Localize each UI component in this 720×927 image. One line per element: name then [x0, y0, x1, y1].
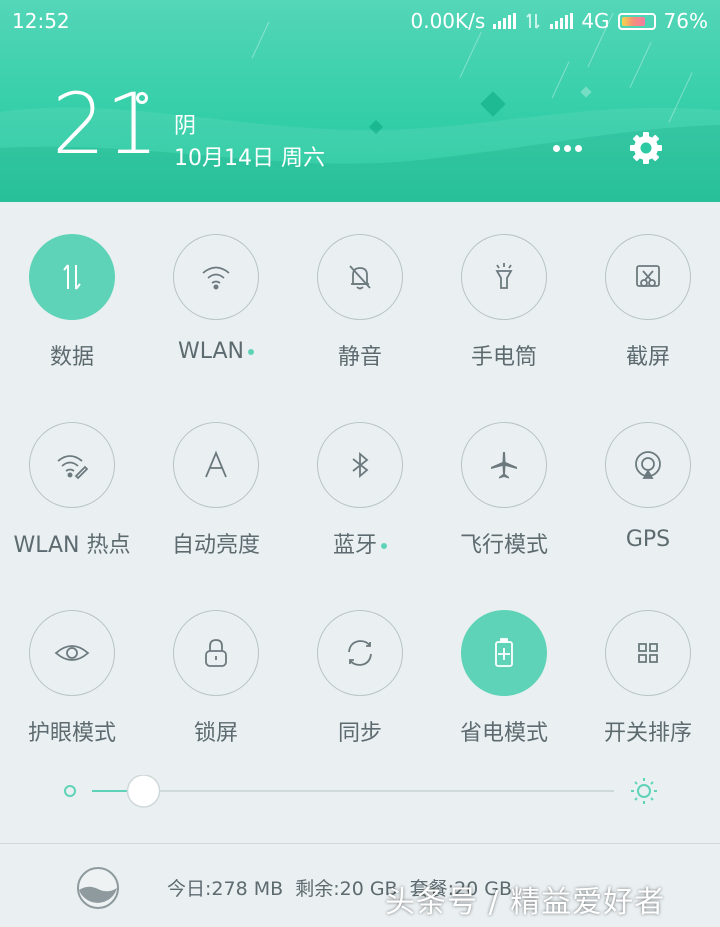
network-type: 4G	[581, 9, 610, 33]
brightness-slider[interactable]	[0, 774, 720, 811]
brightness-high-icon	[631, 778, 657, 804]
battery-percent: 76%	[663, 9, 708, 33]
toggle-label: WLAN 热点	[13, 533, 131, 558]
weather-header: 12:52 0.00K/s 4G 76% 21 阴 10月14日 周六	[0, 0, 720, 202]
battery-saver-icon	[461, 610, 547, 696]
signal-icon	[493, 13, 517, 29]
bell-off-icon	[317, 234, 403, 320]
sync-icon	[317, 610, 403, 696]
quick-toggle-grid: 数据 WLAN 静音 手电筒 截屏 WLAN 热点 自动亮度 蓝牙 飞行模式 G…	[0, 202, 720, 842]
flashlight-icon	[461, 234, 547, 320]
data-transfer-icon	[526, 13, 541, 29]
water-level-icon	[77, 867, 119, 909]
signal-icon-2	[550, 13, 574, 29]
weather-condition: 阴	[174, 114, 197, 139]
toggle-label: 静音	[337, 345, 382, 370]
toggle-label: 数据	[49, 345, 94, 370]
bluetooth-icon	[317, 422, 403, 508]
weather-date: 10月14日 周六	[174, 146, 325, 171]
more-icon[interactable]	[553, 136, 585, 160]
airplane-icon	[461, 422, 547, 508]
eye-icon	[29, 610, 115, 696]
toggle-label: WLAN	[144, 339, 288, 364]
active-dot	[248, 349, 255, 355]
grid-sort-icon	[605, 610, 691, 696]
toggle-label: 飞行模式	[459, 533, 548, 558]
toggle-label: 护眼模式	[27, 721, 116, 746]
status-bar: 12:52 0.00K/s 4G 76%	[0, 0, 720, 44]
wifi-icon	[173, 234, 259, 320]
watermark: 头条号 / 精益爱好者	[385, 885, 666, 920]
lock-icon	[173, 610, 259, 696]
auto-brightness-icon	[173, 422, 259, 508]
toggle-label: 同步	[337, 721, 382, 746]
wifi-hotspot-icon	[29, 422, 115, 508]
gps-icon	[605, 422, 691, 508]
toggle-label: GPS	[625, 527, 671, 552]
scissors-screenshot-icon	[605, 234, 691, 320]
toggle-label: 截屏	[625, 345, 670, 370]
brightness-thumb[interactable]	[126, 774, 161, 808]
toggle-label: 自动亮度	[171, 533, 260, 558]
status-time: 12:52	[12, 9, 70, 33]
battery-icon	[617, 12, 656, 30]
active-dot	[381, 543, 387, 549]
brightness-low-icon	[64, 785, 76, 797]
data-arrows-icon	[29, 234, 115, 320]
toggle-label: 开关排序	[603, 721, 692, 746]
network-speed: 0.00K/s	[410, 9, 486, 33]
toggle-label: 锁屏	[193, 721, 238, 746]
degree-symbol	[136, 92, 148, 104]
toggle-label: 省电模式	[459, 721, 548, 746]
gear-icon[interactable]	[626, 128, 666, 168]
toggle-label: 蓝牙	[288, 527, 432, 559]
toggle-label: 手电筒	[470, 345, 537, 370]
